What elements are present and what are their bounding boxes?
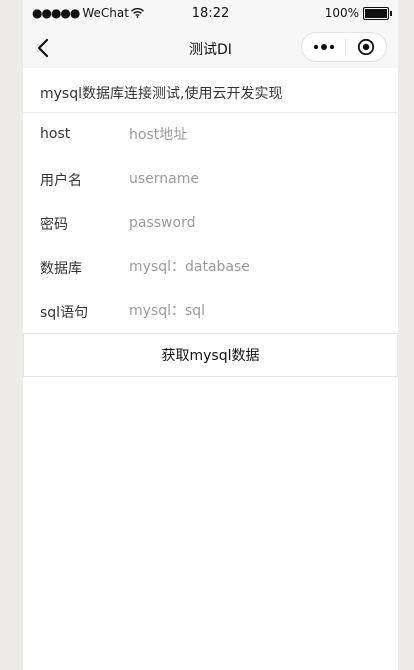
more-dots-icon [313, 44, 335, 50]
page-description: mysql数据库连接测试,使用云开发实现 [40, 86, 283, 102]
form-row-password: 密码 [23, 201, 398, 245]
status-bar: ●●●●● WeChat 18:22 100% [23, 0, 398, 28]
database-label: 数据库 [40, 261, 82, 277]
close-miniprogram-button[interactable] [346, 33, 386, 61]
nav-bar: 测试DI [23, 28, 398, 68]
status-right: 100% [324, 6, 392, 20]
form-row-database: 数据库 [23, 245, 398, 289]
capsule-menu [301, 32, 387, 62]
form-row-host: host [23, 113, 398, 157]
fetch-mysql-data-button[interactable]: 获取mysql数据 [23, 333, 398, 377]
sql-label: sql语句 [40, 305, 89, 321]
battery-icon [363, 6, 392, 20]
host-label: host [40, 126, 71, 142]
password-label: 密码 [40, 217, 68, 233]
username-label: 用户名 [40, 173, 82, 189]
more-button[interactable] [302, 33, 345, 61]
phone-screen: ●●●●● WeChat 18:22 100% 测试DI mysql数据库连接测… [23, 0, 398, 670]
form-row-username: 用户名 [23, 157, 398, 201]
password-input[interactable] [129, 208, 379, 238]
host-input[interactable] [129, 120, 379, 150]
form-row-sql: sql语句 [23, 289, 398, 333]
sql-input[interactable] [129, 296, 379, 326]
database-input[interactable] [129, 252, 379, 282]
target-circle-icon [357, 38, 375, 56]
battery-percent: 100% [324, 6, 359, 20]
username-input[interactable] [129, 164, 379, 194]
